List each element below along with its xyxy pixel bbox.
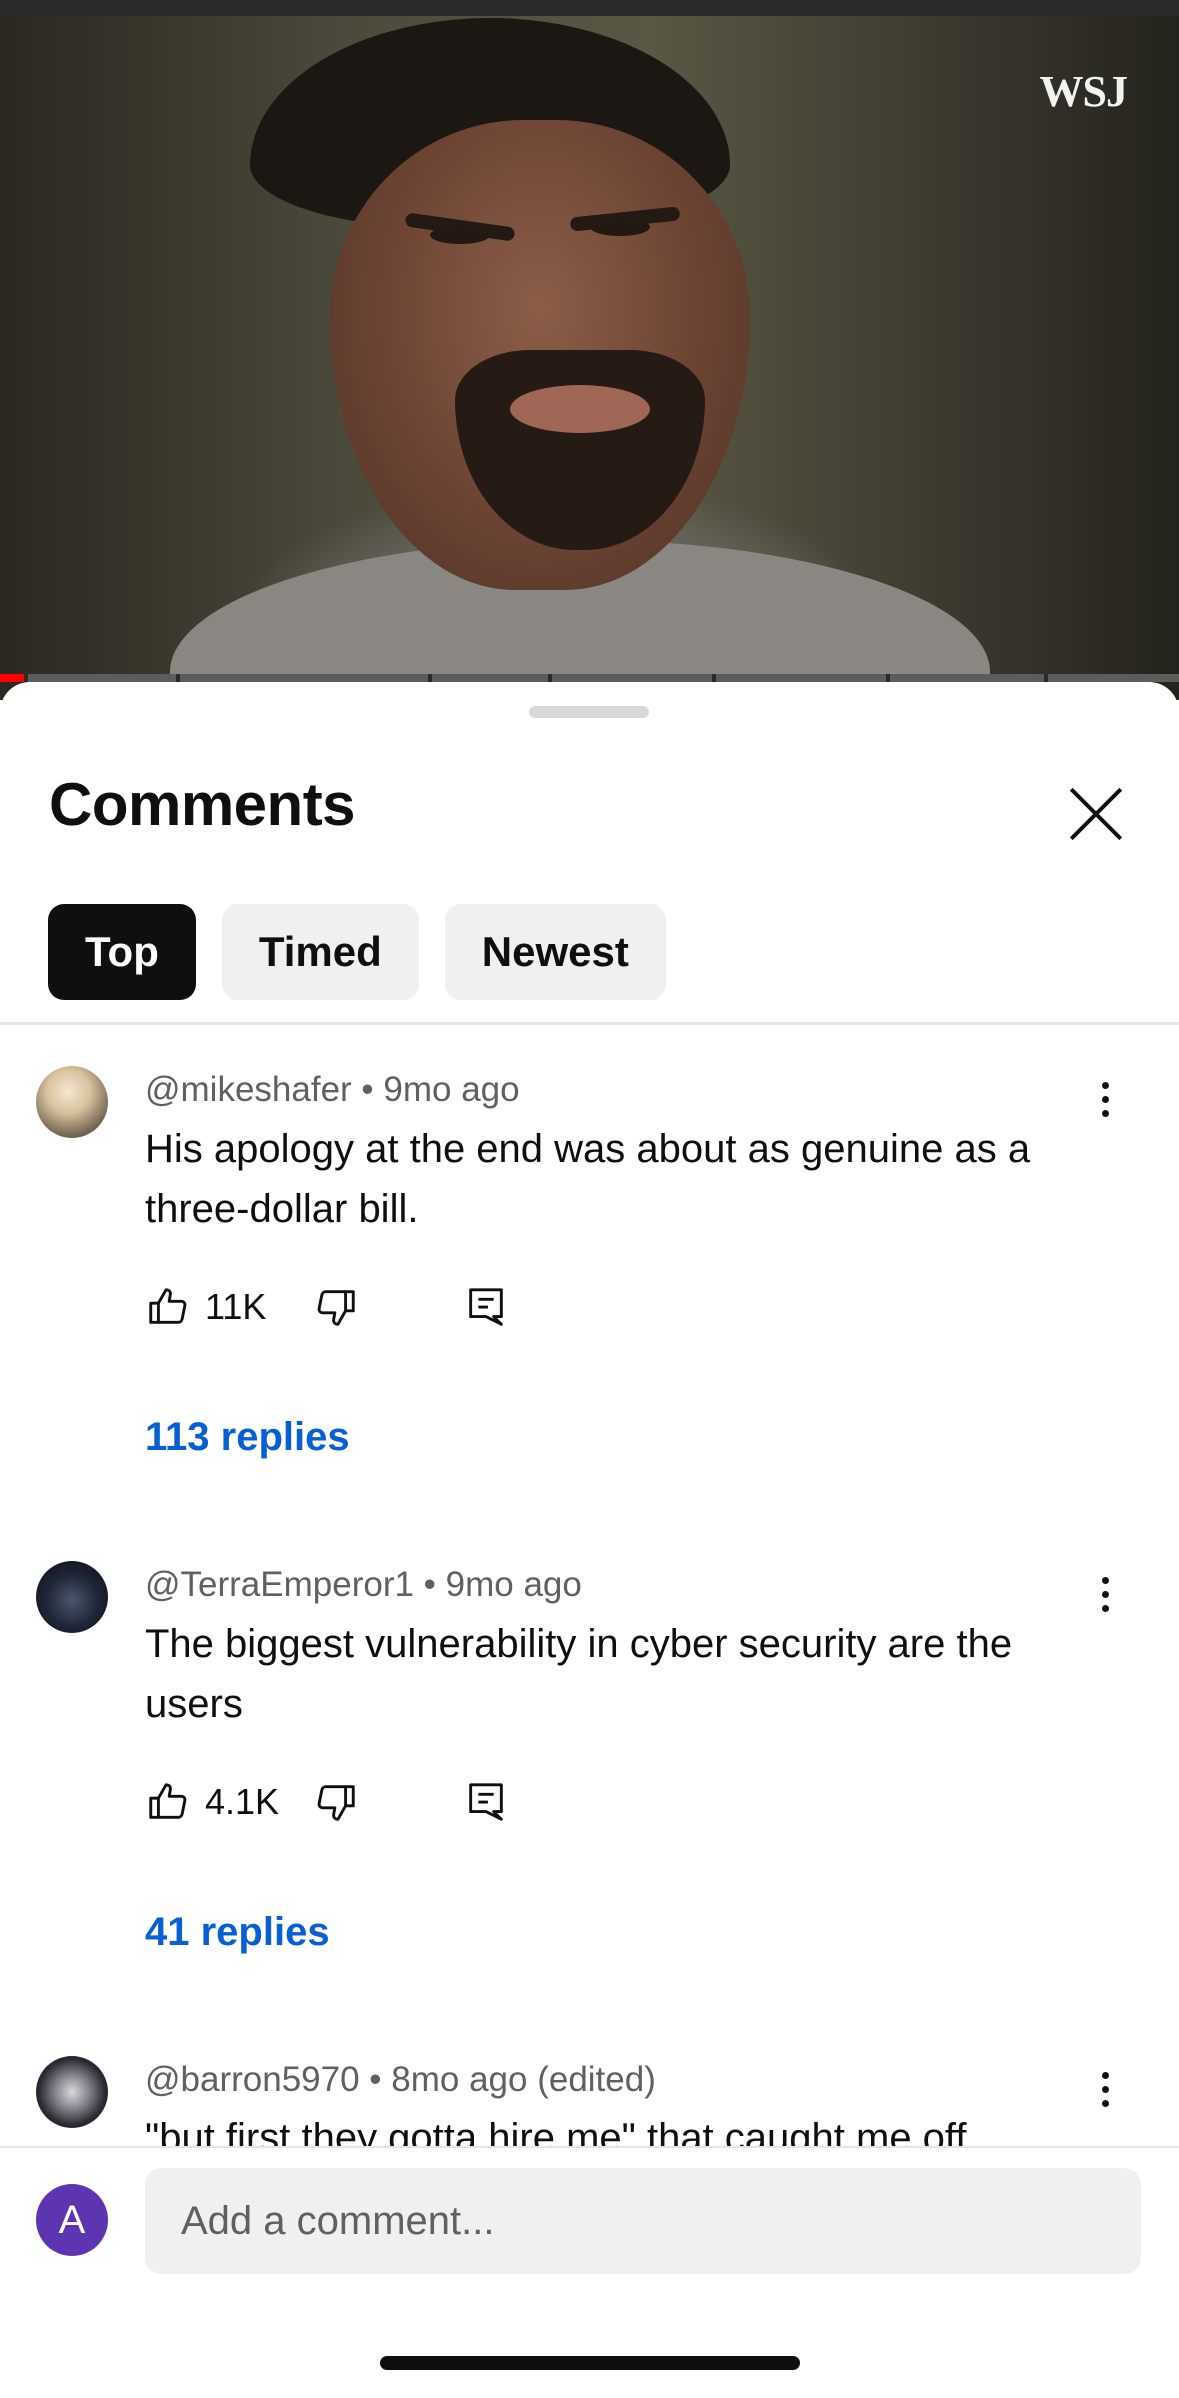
- chapter-marker: [24, 674, 28, 682]
- comment-text: "but first they gotta hire me" that caug…: [145, 2116, 967, 2146]
- chapter-marker: [428, 674, 432, 682]
- video-frame-eye: [590, 218, 650, 236]
- video-player[interactable]: WSJ: [0, 0, 1179, 700]
- chapter-marker: [1044, 674, 1048, 682]
- video-progress-bar[interactable]: [0, 674, 1179, 682]
- chapter-marker: [548, 674, 552, 682]
- avatar[interactable]: [36, 2056, 108, 2128]
- comments-sheet: Comments Top Timed Newest @mikeshafer • …: [0, 682, 1179, 2396]
- chapter-marker: [712, 674, 716, 682]
- home-indicator[interactable]: [380, 2356, 800, 2370]
- add-comment-input[interactable]: [145, 2168, 1141, 2274]
- status-bar-strip: [0, 0, 1179, 16]
- comment-meta[interactable]: @barron5970 • 8mo ago (edited): [145, 2060, 656, 2100]
- chapter-marker: [176, 674, 180, 682]
- chapter-marker: [886, 674, 890, 682]
- video-frame-mouth: [510, 385, 650, 433]
- wsj-watermark: WSJ: [1039, 67, 1128, 116]
- comment-item: @barron5970 • 8mo ago (edited) "but firs…: [0, 682, 1179, 2146]
- more-options-icon[interactable]: [1090, 2062, 1120, 2118]
- video-frame-eye: [430, 226, 490, 244]
- user-avatar[interactable]: A: [36, 2184, 108, 2256]
- comment-composer: A: [0, 2146, 1179, 2398]
- progress-played: [0, 674, 24, 682]
